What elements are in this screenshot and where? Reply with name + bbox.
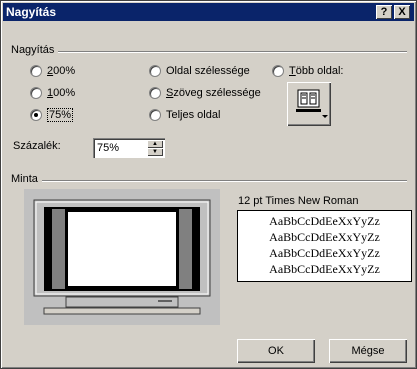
preview-group-label: Minta: [11, 173, 42, 185]
radio-button-icon: [30, 65, 42, 77]
radio-text-width[interactable]: Szöveg szélessége: [149, 86, 261, 100]
many-pages-button[interactable]: [287, 82, 331, 126]
sample-line: AaBbCcDdEeXxYyZz: [269, 262, 380, 276]
percent-label: Százalék:: [13, 140, 61, 152]
radio-button-icon: [149, 109, 161, 121]
radio-button-icon: [149, 65, 161, 77]
percent-value[interactable]: 75%: [97, 142, 119, 154]
radio-button-icon: [30, 87, 42, 99]
radio-many-pages[interactable]: Több oldal:: [272, 64, 343, 78]
radio-button-selected-icon: [30, 109, 42, 121]
preview-group-divider: [11, 180, 407, 182]
radio-label: Teljes oldal: [166, 109, 221, 121]
sample-line: AaBbCcDdEeXxYyZz: [269, 246, 380, 260]
preview-monitor: [24, 189, 220, 325]
radio-label: 200%: [47, 65, 76, 77]
radio-label: 75%: [47, 108, 74, 122]
ok-button[interactable]: OK: [237, 339, 315, 363]
sample-line: AaBbCcDdEeXxYyZz: [269, 230, 380, 244]
zoom-group-label: Nagyítás: [11, 44, 59, 56]
spin-up-icon[interactable]: ▲: [147, 140, 163, 148]
zoom-dialog: Nagyítás ? X Nagyítás 200% 100% 75% Olda…: [0, 0, 417, 369]
radio-zoom-100[interactable]: 100%: [30, 86, 75, 100]
spin-down-icon[interactable]: ▼: [147, 148, 163, 156]
window-title: Nagyítás: [6, 5, 57, 19]
sample-text-box: AaBbCcDdEeXxYyZz AaBbCcDdEeXxYyZz AaBbCc…: [237, 210, 412, 282]
title-bar[interactable]: Nagyítás ? X: [3, 3, 414, 21]
close-button[interactable]: X: [394, 5, 410, 19]
radio-label: 100%: [47, 87, 76, 99]
radio-whole-page[interactable]: Teljes oldal: [149, 108, 220, 122]
radio-zoom-200[interactable]: 200%: [30, 64, 75, 78]
radio-label: Oldal szélessége: [166, 65, 250, 77]
radio-button-icon: [272, 65, 284, 77]
zoom-group-divider: [11, 51, 407, 53]
radio-page-width[interactable]: Oldal szélessége: [149, 64, 250, 78]
monitor-icon: [33, 199, 211, 315]
radio-button-icon: [149, 87, 161, 99]
radio-zoom-75[interactable]: 75%: [30, 108, 74, 122]
multi-page-monitor-icon: [296, 89, 328, 118]
help-button[interactable]: ?: [376, 5, 392, 19]
cancel-button[interactable]: Mégse: [329, 339, 407, 363]
font-label: 12 pt Times New Roman: [238, 195, 359, 207]
sample-line: AaBbCcDdEeXxYyZz: [269, 214, 380, 228]
radio-label: Több oldal:: [289, 65, 344, 77]
percent-spinner[interactable]: 75% ▲ ▼: [93, 138, 165, 158]
radio-label: Szöveg szélessége: [166, 87, 261, 99]
